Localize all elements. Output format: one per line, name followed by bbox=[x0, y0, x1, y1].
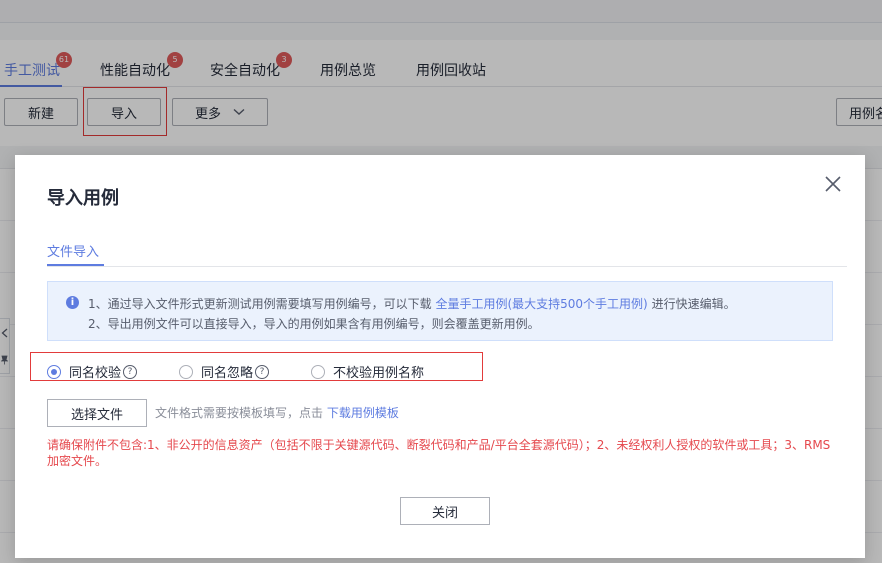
radio-no-name-check[interactable]: 不校验用例名称 bbox=[311, 362, 424, 381]
dialog-title: 导入用例 bbox=[47, 188, 119, 209]
info-icon: i bbox=[66, 296, 79, 309]
close-icon[interactable] bbox=[819, 170, 847, 198]
active-tab-underline bbox=[47, 264, 104, 266]
radio-same-name-ignore[interactable]: 同名忽略 ? bbox=[179, 362, 270, 381]
close-button[interactable]: 关闭 bbox=[400, 497, 490, 525]
tab-divider bbox=[47, 266, 847, 267]
info-line-1: 1、通过导入文件形式更新测试用例需要填写用例编号，可以下载 全量手工用例(最大支… bbox=[88, 297, 736, 311]
info-line-2: 2、导出用例文件可以直接导入，导入的用例如果含有用例编号，则会覆盖更新用例。 bbox=[88, 317, 540, 331]
radio-checked-icon bbox=[47, 364, 61, 379]
tab-file-import[interactable]: 文件导入 bbox=[47, 241, 99, 260]
import-case-dialog: 导入用例 文件导入 i 1、通过导入文件形式更新测试用例需要填写用例编号，可以下… bbox=[15, 155, 865, 558]
radio-unchecked-icon bbox=[311, 364, 325, 379]
download-template-link[interactable]: 下载用例模板 bbox=[327, 406, 399, 420]
security-warning: 请确保附件不包含:1、非公开的信息资产（包括不限于关键源代码、断裂代码和产品/平… bbox=[47, 438, 831, 468]
file-format-hint: 文件格式需要按模板填写，点击 下载用例模板 bbox=[155, 406, 399, 420]
info-notice: i 1、通过导入文件形式更新测试用例需要填写用例编号，可以下载 全量手工用例(最… bbox=[47, 281, 833, 341]
select-file-button[interactable]: 选择文件 bbox=[47, 399, 147, 427]
full-manual-cases-link[interactable]: 全量手工用例(最大支持500个手工用例) bbox=[435, 297, 647, 311]
radio-same-name-check[interactable]: 同名校验 ? bbox=[47, 362, 138, 381]
help-icon[interactable]: ? bbox=[123, 364, 138, 379]
help-icon[interactable]: ? bbox=[255, 364, 270, 379]
radio-unchecked-icon bbox=[179, 364, 193, 379]
